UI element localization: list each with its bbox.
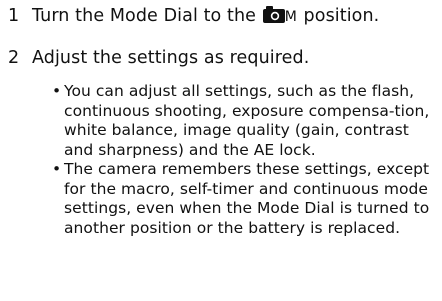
bullet-text: The camera remembers these settings, exc… — [64, 160, 430, 237]
bullet-item: • You can adjust all settings, such as th… — [52, 82, 437, 160]
step-2: 2 Adjust the settings as required. — [8, 47, 309, 69]
bullet-dot: • — [52, 160, 62, 178]
mode-suffix: M — [284, 9, 297, 25]
bullet-item: • The camera remembers these settings, ex… — [52, 160, 437, 238]
bullet-text: You can adjust all settings, such as the… — [64, 82, 430, 159]
step-text: Adjust the settings as required. — [32, 48, 310, 68]
step-1: 1 Turn the Mode Dial to the M position. — [8, 5, 379, 29]
step-number: 1 — [8, 6, 20, 26]
step-text: Turn the Mode Dial to the — [32, 6, 262, 26]
bullet-dot: • — [52, 82, 62, 100]
manual-page: 1 Turn the Mode Dial to the M position. 2… — [0, 0, 442, 301]
step-text-end: position. — [297, 6, 380, 26]
step-number: 2 — [8, 48, 20, 68]
camera-icon — [262, 6, 285, 29]
bullet-list: • You can adjust all settings, such as th… — [52, 82, 437, 238]
